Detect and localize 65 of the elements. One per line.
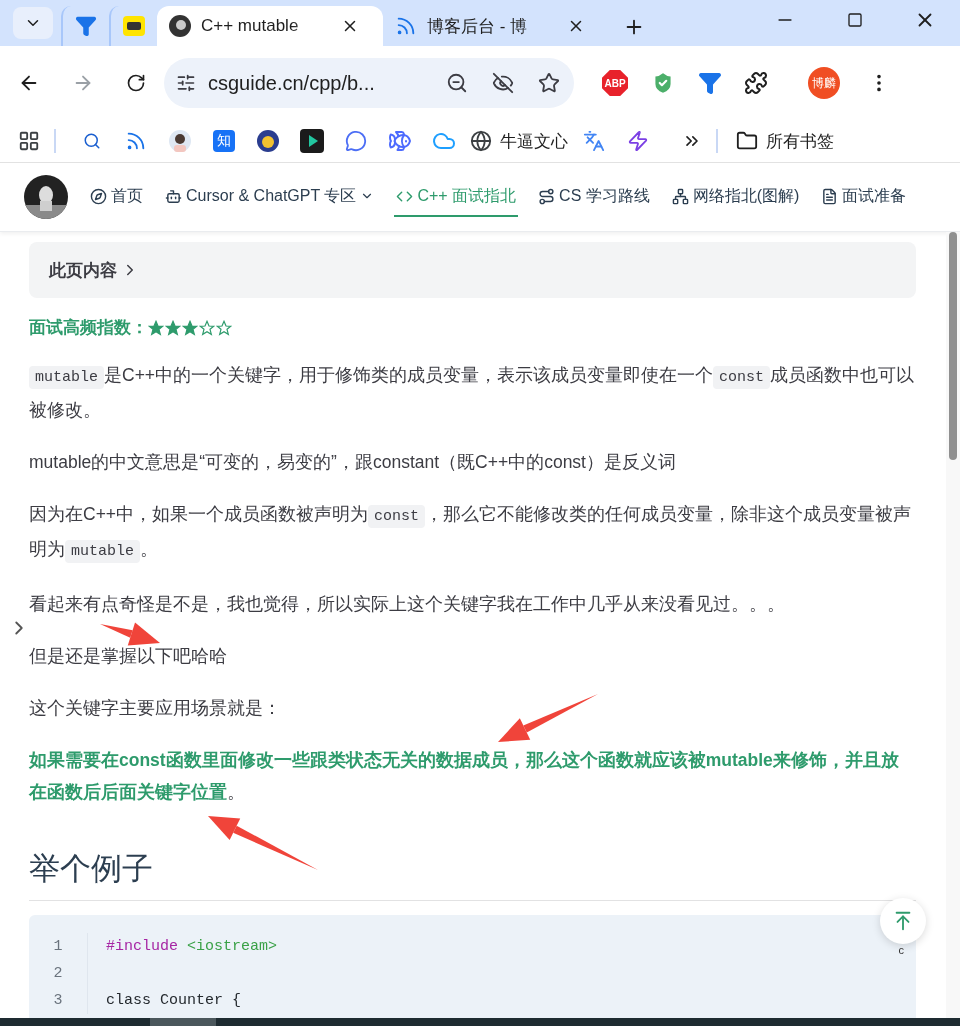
line-number: 1	[53, 937, 63, 957]
bookmark-star-icon[interactable]	[538, 72, 560, 94]
funnel-icon[interactable]	[698, 71, 722, 95]
play-icon	[300, 129, 324, 153]
nav-link[interactable]: 网络指北(图解)	[669, 177, 802, 217]
zoom-out-icon[interactable]	[446, 72, 468, 94]
shortcut-hint: c	[898, 944, 904, 956]
scrollbar-thumb[interactable]	[949, 232, 957, 460]
robot-icon	[165, 187, 182, 205]
nav-link[interactable]: 面试准备	[819, 177, 909, 217]
globe-icon	[470, 130, 492, 152]
tab-title: 博客后台 - 博	[427, 15, 529, 38]
back-to-top-button[interactable]	[880, 898, 926, 944]
paragraph: mutable 是C++中的一个关键字，用于修饰类的成员变量，表示该成员变量即使在一个 const 成员函数中也可以被修改。	[29, 364, 916, 422]
apps-icon[interactable]	[18, 130, 40, 152]
funnel-icon	[75, 15, 97, 37]
nav-link[interactable]: 首页	[88, 177, 145, 217]
translate-icon	[583, 130, 605, 152]
paragraph: 如果需要在const函数里面修改一些跟类状态无关的数据成员，那么这个函数就应该被mutable来修饰，并且放在函数后后面关键字位置。	[29, 749, 900, 804]
document-icon	[821, 187, 839, 205]
star-icon	[199, 319, 215, 336]
all-bookmarks-button[interactable]: 所有书签	[732, 125, 838, 157]
search-icon	[83, 132, 101, 150]
extensions-icon[interactable]	[744, 71, 768, 95]
paragraph: 看起来有点奇怪是不是，我也觉得，所以实际上这个关键字我在工作中几乎从来没看见过。。。	[29, 593, 785, 616]
bookmark[interactable]: 知	[202, 125, 246, 157]
profile-avatar[interactable]: 博麟	[808, 67, 840, 99]
network-icon	[671, 187, 689, 205]
nav-link[interactable]: Cursor & ChatGPT 专区	[163, 177, 377, 217]
paragraph: 这个关键字主要应用场景就是：	[29, 697, 281, 720]
line-number: 3	[53, 991, 63, 1011]
address-bar[interactable]: csguide.cn/cpp/b...	[164, 58, 574, 108]
frequency-label: 面试高频指数：	[29, 317, 148, 339]
paragraph: mutable的中文意思是“可变的，易变的”，跟constant（既C++中的const）是反义词	[29, 451, 676, 474]
rss-icon	[125, 130, 147, 152]
tab-title: C++ mutable	[201, 16, 300, 36]
arrow-drawing	[100, 622, 160, 646]
line-number: 2	[53, 964, 63, 984]
horizontal-scrollbar-thumb[interactable]	[150, 1018, 216, 1026]
code-line: #include <iostream>	[106, 937, 278, 957]
star-icon	[165, 319, 181, 336]
bolt-icon	[627, 130, 649, 152]
star-icon	[148, 319, 164, 336]
browser-tab[interactable]: 博客后台 - 博	[383, 6, 609, 46]
abp-icon[interactable]: ABP	[602, 70, 628, 96]
paragraph: 但是还是掌握以下吧哈哈	[29, 645, 227, 668]
eye-off-icon[interactable]	[492, 72, 514, 94]
code-line: class Counter {	[106, 991, 243, 1011]
browser-tab[interactable]: C++ mutable	[157, 6, 383, 46]
rss-icon	[395, 15, 417, 37]
folder-icon	[736, 130, 758, 152]
star-icon	[182, 319, 198, 336]
route-icon	[538, 187, 556, 205]
page-contents-toggle[interactable]: 此页内容	[29, 242, 916, 298]
logo-icon	[123, 16, 145, 36]
star-icon	[216, 319, 232, 336]
nav-link[interactable]: C++ 面试指北	[394, 177, 519, 217]
person-icon	[169, 130, 191, 152]
site-info-icon[interactable]	[176, 73, 196, 93]
compass-icon	[90, 187, 107, 205]
bookmark[interactable]: 牛逼文心	[466, 125, 572, 157]
nav-link[interactable]: CS 学习路线	[536, 177, 652, 217]
paragraph: 因为在C++中，如果一个成员函数被声明为 const ，那么它不能修改类的任何成员变量，除非这个成员变量被声明为 mutable 。	[29, 498, 916, 568]
reload-icon[interactable]	[126, 73, 146, 93]
chat-icon	[345, 130, 367, 152]
